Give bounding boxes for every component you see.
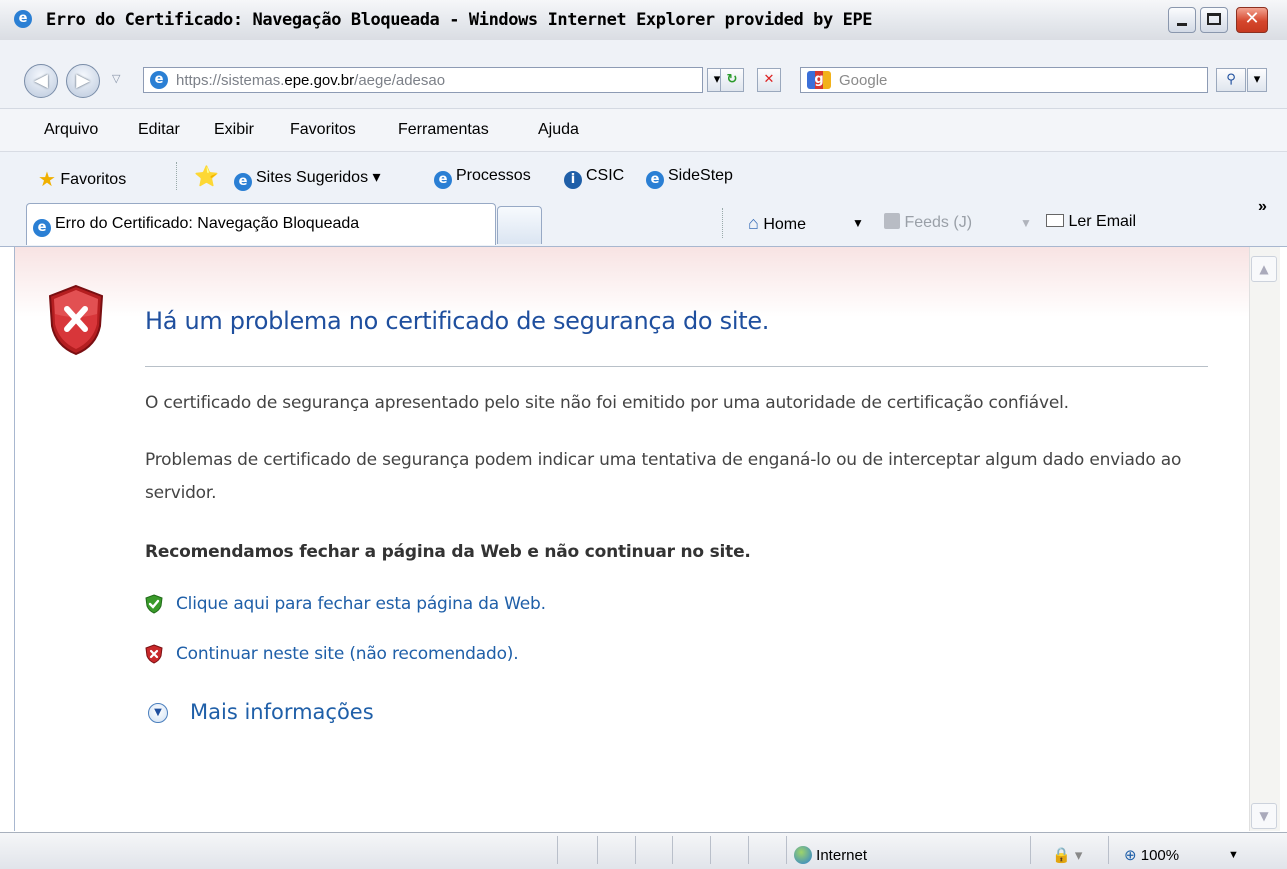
new-tab-button[interactable] — [497, 206, 542, 244]
menu-ferramentas[interactable]: Ferramentas — [398, 121, 489, 139]
status-divider — [1108, 836, 1109, 864]
ie-icon: e — [646, 171, 664, 189]
home-dropdown[interactable]: ▼ — [852, 216, 864, 230]
minimize-button[interactable] — [1168, 7, 1196, 33]
ie-icon: e — [234, 173, 252, 191]
favorite-csic[interactable]: i CSIC — [564, 167, 624, 189]
favorite-sites-sugeridos[interactable]: e Sites Sugeridos ▾ — [234, 167, 381, 191]
google-icon: g — [807, 71, 831, 89]
more-info-link[interactable]: Mais informações — [190, 700, 374, 724]
close-page-link[interactable]: Clique aqui para fechar esta página da W… — [176, 594, 546, 614]
status-divider — [786, 836, 787, 864]
risk-description: Problemas de certificado de segurança po… — [145, 450, 1182, 503]
protected-mode-button[interactable]: 🔒 ▾ — [1052, 846, 1082, 864]
search-options-dropdown[interactable]: ▾ — [1247, 68, 1267, 92]
security-zone[interactable]: Internet — [794, 846, 867, 864]
menu-ajuda[interactable]: Ajuda — [538, 121, 579, 139]
continue-site-link[interactable]: Continuar neste site (não recomendado). — [176, 644, 519, 664]
window-title: Erro do Certificado: Navegação Bloqueada… — [46, 10, 873, 30]
back-icon: ◀ — [34, 70, 48, 91]
ie-icon: e — [33, 219, 51, 237]
refresh-button[interactable]: ↻ — [720, 68, 744, 92]
search-placeholder: Google — [839, 72, 888, 89]
favorite-sidestep[interactable]: e SideStep — [646, 167, 733, 189]
history-dropdown[interactable]: ▽ — [112, 72, 120, 85]
ie-icon: e — [14, 10, 32, 28]
scroll-down-button[interactable]: ▼ — [1251, 803, 1277, 829]
favorites-button[interactable]: ★ Favoritos — [38, 167, 126, 192]
error-description: O certificado de segurança apresentado p… — [145, 393, 1069, 413]
menu-editar[interactable]: Editar — [138, 121, 180, 139]
more-commands-chevron[interactable]: » — [1258, 198, 1267, 216]
back-button[interactable]: ◀ — [24, 64, 58, 98]
red-shield-icon — [145, 644, 163, 664]
maximize-button[interactable] — [1200, 7, 1228, 33]
zoom-icon: ⊕ — [1124, 847, 1137, 864]
tab-label: e Erro do Certificado: Navegação Bloquead… — [33, 215, 359, 237]
expand-icon[interactable]: ▼ — [148, 703, 168, 723]
heading-divider — [145, 366, 1208, 367]
globe-icon — [794, 846, 812, 864]
error-shield-icon — [48, 284, 104, 356]
favorites-label: Favoritos — [60, 171, 127, 188]
zoom-button[interactable]: ⊕ 100% — [1124, 846, 1179, 864]
recommendation-text: Recomendamos fechar a página da Web e nã… — [145, 542, 751, 562]
status-divider — [710, 836, 711, 864]
divider — [176, 162, 178, 190]
divider — [722, 208, 724, 238]
feeds-icon — [884, 213, 900, 229]
mail-icon — [1046, 214, 1064, 227]
favorites-bar: ★ Favoritos ⭐ e Sites Sugeridos ▾ e Proces… — [0, 152, 1287, 200]
green-shield-icon — [145, 594, 163, 614]
url-text: https://sistemas.epe.gov.br/aege/adesao — [176, 72, 446, 89]
error-heading: Há um problema no certificado de seguran… — [145, 307, 770, 335]
menu-arquivo[interactable]: Arquivo — [44, 121, 98, 139]
page-icon: e — [150, 71, 168, 89]
forward-button[interactable]: ▶ — [66, 64, 100, 98]
tab-active[interactable]: e Erro do Certificado: Navegação Bloquead… — [26, 203, 496, 245]
forward-icon: ▶ — [76, 70, 90, 91]
refresh-icon: ↻ — [726, 72, 738, 87]
favorite-processos[interactable]: e Processos — [434, 167, 531, 189]
home-icon: ⌂ — [748, 213, 759, 233]
feeds-button[interactable]: Feeds (J) — [884, 213, 972, 232]
home-button[interactable]: ⌂ Home — [748, 213, 806, 234]
status-divider — [557, 836, 558, 864]
menu-exibir[interactable]: Exibir — [214, 121, 254, 139]
search-input[interactable]: g Google — [800, 67, 1208, 93]
add-favorites-icon[interactable]: ⭐ — [194, 164, 219, 189]
status-divider — [635, 836, 636, 864]
address-field[interactable]: e https://sistemas.epe.gov.br/aege/adesa… — [143, 67, 703, 93]
feeds-dropdown[interactable]: ▼ — [1020, 216, 1032, 230]
stop-button[interactable]: ✕ — [757, 68, 781, 92]
status-divider — [597, 836, 598, 864]
status-divider — [1030, 836, 1031, 864]
zoom-dropdown[interactable]: ▼ — [1228, 849, 1239, 861]
toolbar-background — [0, 40, 1287, 62]
title-bar: e Erro do Certificado: Navegação Bloquea… — [0, 0, 1287, 41]
ie-icon: e — [434, 171, 452, 189]
menu-bar: Arquivo Editar Exibir Favoritos Ferramen… — [0, 109, 1287, 152]
search-button[interactable]: ⚲ — [1216, 68, 1246, 92]
vertical-scrollbar[interactable] — [1249, 247, 1280, 831]
read-mail-button[interactable]: Ler Email — [1046, 213, 1136, 231]
status-divider — [748, 836, 749, 864]
search-icon: ⚲ — [1226, 72, 1236, 87]
info-icon: i — [564, 171, 582, 189]
status-divider — [672, 836, 673, 864]
status-bar — [0, 832, 1287, 869]
star-icon: ★ — [38, 169, 56, 191]
menu-favoritos[interactable]: Favoritos — [290, 121, 356, 139]
stop-icon: ✕ — [763, 72, 775, 87]
close-window-button[interactable]: ✕ — [1236, 7, 1268, 33]
scroll-up-button[interactable]: ▲ — [1251, 256, 1277, 282]
